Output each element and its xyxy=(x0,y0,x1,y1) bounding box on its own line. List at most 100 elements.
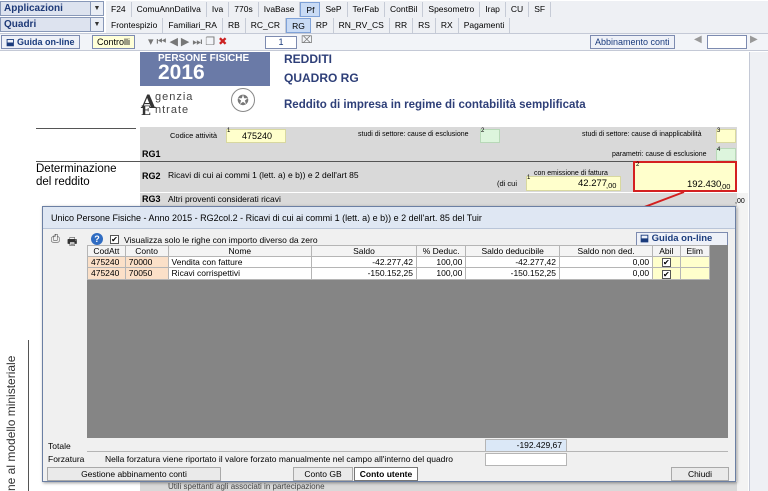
field-index: 1 xyxy=(527,175,531,181)
cell-nome[interactable]: Vendita con fatture xyxy=(167,255,313,269)
cell-codatt[interactable]: 475240 xyxy=(87,267,126,280)
abil-checkbox[interactable]: ✔ xyxy=(652,267,681,280)
rg2-label: RG2 xyxy=(142,171,161,181)
column-header[interactable]: Abil xyxy=(652,245,681,257)
forzatura-note: Nella forzatura viene riportato il valor… xyxy=(105,454,453,464)
rg2-col2-value: 192.430 xyxy=(687,179,722,190)
column-header[interactable]: Elim xyxy=(679,245,710,257)
column-header[interactable]: Conto xyxy=(124,245,169,257)
tab-rx[interactable]: RX xyxy=(436,17,459,33)
tab-familiari-ra[interactable]: Familiari_RA xyxy=(163,17,223,33)
menu-item-irap[interactable]: Irap xyxy=(480,1,506,17)
next-page-icon[interactable]: ▶ xyxy=(181,36,192,48)
last-page-icon[interactable]: ⏭ xyxy=(192,36,205,48)
next-arrow-icon[interactable]: ▶ xyxy=(750,34,758,45)
chevron-down-icon[interactable]: ▼ xyxy=(90,18,103,31)
abil-checkbox[interactable]: ✔ xyxy=(652,255,681,269)
forzatura-field[interactable] xyxy=(485,453,567,466)
tab-rn-rv-cs[interactable]: RN_RV_CS xyxy=(334,17,390,33)
cell-saldo[interactable]: -42.277,42 xyxy=(311,255,417,269)
menu-item-sep[interactable]: SeP xyxy=(320,1,348,17)
menu-item-terfab[interactable]: TerFab xyxy=(348,1,385,17)
menu-item-770s[interactable]: 770s xyxy=(229,1,259,17)
tab-conto-utente[interactable]: Conto utente xyxy=(354,467,418,481)
abbinamento-conti-button[interactable]: Abbinamento conti xyxy=(590,35,675,49)
tab-rp[interactable]: RP xyxy=(311,17,334,33)
chevron-down-icon[interactable]: ▼ xyxy=(90,2,103,15)
column-header[interactable]: Saldo non ded. xyxy=(558,245,654,257)
field-index: 3 xyxy=(717,128,721,134)
tab-rg[interactable]: RG xyxy=(286,17,311,33)
delete-page-icon[interactable]: ✖ xyxy=(218,36,230,48)
column-header[interactable]: Nome xyxy=(167,245,313,257)
tab-rc-cr[interactable]: RC_CR xyxy=(246,17,287,33)
export-icon[interactable]: ⎙ xyxy=(51,233,60,246)
copy-page-icon[interactable]: ❐ xyxy=(205,36,218,48)
chiudi-button[interactable]: Chiudi xyxy=(671,467,729,481)
menu-item-pf[interactable]: Pf xyxy=(300,1,321,17)
title-subtitle: Reddito di impresa in regime di contabil… xyxy=(284,99,586,111)
controlli-label: Controlli xyxy=(97,37,131,47)
tab-rb[interactable]: RB xyxy=(223,17,246,33)
cell-saldo-ded[interactable]: -150.152,25 xyxy=(465,267,560,280)
menu-item-f24[interactable]: F24 xyxy=(106,1,132,17)
column-header[interactable]: Saldo xyxy=(311,245,417,257)
guida-online-button[interactable]: ⬓ Guida on-line xyxy=(1,35,80,49)
column-header[interactable]: CodAtt xyxy=(87,245,126,257)
help-icon[interactable]: ? xyxy=(91,233,103,245)
menu-item-ivabase[interactable]: IvaBase xyxy=(259,1,301,17)
menu-item-cu[interactable]: CU xyxy=(506,1,530,17)
tab-rs[interactable]: RS xyxy=(413,17,436,33)
cell-nome[interactable]: Ricavi corrispettivi xyxy=(167,267,313,280)
menu-item-contbil[interactable]: ContBil xyxy=(385,1,424,17)
print-icon[interactable]: 🖶 xyxy=(67,233,77,252)
elim-cell[interactable] xyxy=(679,267,710,280)
search-field[interactable] xyxy=(707,35,747,49)
table-row[interactable]: 475240 70050 Ricavi corrispettivi -150.152,… xyxy=(87,267,710,280)
page-number-field[interactable]: 1 xyxy=(265,36,297,49)
page-tools-icon[interactable]: ⌧ xyxy=(301,35,313,46)
tab-pagamenti[interactable]: Pagamenti xyxy=(459,17,511,33)
prev-page-icon[interactable]: ◀ xyxy=(169,36,180,48)
vertical-scrollbar[interactable] xyxy=(749,52,768,491)
first-page-icon[interactable]: ⏮ xyxy=(157,36,170,48)
tab-conto-gb[interactable]: Conto GB xyxy=(293,467,353,481)
menu-item-comuanndatiiva[interactable]: ComuAnnDatiIva xyxy=(132,1,207,17)
cell-deduc[interactable]: 100,00 xyxy=(415,255,467,269)
tab-frontespizio[interactable]: Frontespizio xyxy=(106,17,164,33)
prev-arrow-icon[interactable]: ◀ xyxy=(694,34,702,45)
navigation-icons: ▾⏮◀▶⏭❐✖ xyxy=(148,35,230,49)
filter-label: Visualizza solo le righe con importo div… xyxy=(124,235,318,245)
column-header[interactable]: % Deduc. xyxy=(415,245,467,257)
menu-item-iva[interactable]: Iva xyxy=(207,1,230,17)
menu-item-spesometro[interactable]: Spesometro xyxy=(423,1,481,17)
help-icon: ⬓ xyxy=(640,233,649,244)
cell-conto[interactable]: 70000 xyxy=(124,255,169,269)
controlli-button[interactable]: Controlli xyxy=(92,35,136,49)
dropdown-icon[interactable]: ▾ xyxy=(148,36,157,48)
cell-deduc[interactable]: 100,00 xyxy=(415,267,467,280)
filter-checkbox[interactable]: ✔ xyxy=(110,234,119,245)
rg2-col2-decimals: ,00 xyxy=(720,182,731,191)
dialog-guida-button[interactable]: ⬓ Guida on-line xyxy=(636,232,728,246)
cell-conto[interactable]: 70050 xyxy=(124,267,169,280)
cell-saldo-ded[interactable]: -42.277,42 xyxy=(465,255,560,269)
quadri-combo[interactable]: Quadri ▼ xyxy=(0,17,104,32)
quadri-label: Quadri xyxy=(4,19,37,30)
cell-saldo-non-ded[interactable]: 0,00 xyxy=(558,255,654,269)
dialog-title: Unico Persone Fisiche - Anno 2015 - RG2c… xyxy=(43,207,735,229)
table-row[interactable]: 475240 70000 Vendita con fatture -42.277,42… xyxy=(87,255,710,269)
menu-item-sf[interactable]: SF xyxy=(529,1,552,17)
title-quadro: QUADRO RG xyxy=(284,71,359,85)
applicazioni-combo[interactable]: Applicazioni ▼ xyxy=(0,1,104,16)
cell-saldo[interactable]: -150.152,25 xyxy=(311,267,417,280)
tab-rr[interactable]: RR xyxy=(390,17,414,33)
gestione-abbinamento-button[interactable]: Gestione abbinamento conti xyxy=(47,467,221,481)
rg2-text: Ricavi di cui ai commi 1 (lett. a) e b))… xyxy=(168,170,359,180)
elim-cell[interactable] xyxy=(679,255,710,269)
check-icon: ✔ xyxy=(661,258,671,268)
cell-codatt[interactable]: 475240 xyxy=(87,255,126,269)
cell-saldo-non-ded[interactable]: 0,00 xyxy=(558,267,654,280)
studi-inapplicabilita-label: studi di settore: cause di inapplicabili… xyxy=(582,131,702,138)
column-header[interactable]: Saldo deducibile xyxy=(465,245,560,257)
